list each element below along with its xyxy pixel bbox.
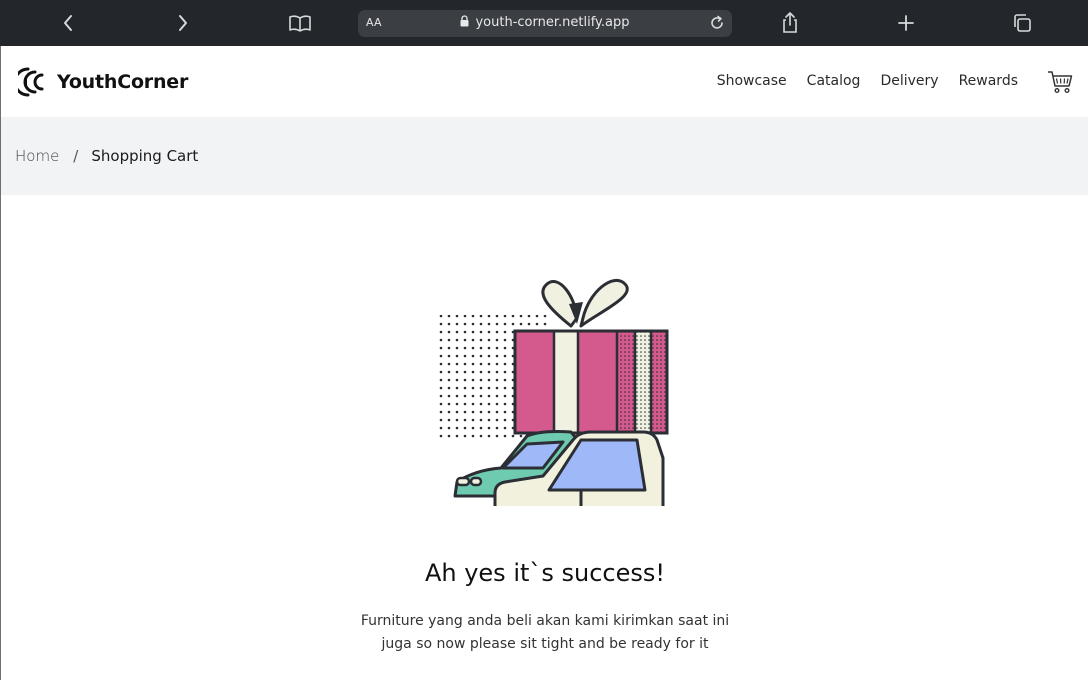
- success-title: Ah yes it`s success!: [424, 559, 666, 587]
- success-illustration: [431, 234, 681, 541]
- web-page: YouthCorner Showcase Catalog Delivery Re…: [0, 46, 1088, 680]
- main-nav: Showcase Catalog Delivery Rewards: [717, 73, 1018, 89]
- success-description-line-1: Furniture yang anda beli akan kami kirim…: [360, 613, 730, 629]
- breadcrumb-current: Shopping Cart: [91, 147, 199, 165]
- cart-icon: [1048, 71, 1073, 94]
- tabs-icon: [1014, 14, 1031, 32]
- forward-button[interactable]: [169, 9, 197, 37]
- browser-toolbar: AA youth-corner.netlify.app: [0, 0, 1088, 46]
- brand-link[interactable]: YouthCorner: [18, 66, 188, 98]
- brand-name: YouthCorner: [57, 71, 189, 93]
- gift-car-illustration: [437, 278, 669, 541]
- cart-button[interactable]: [1047, 70, 1073, 98]
- reload-icon: [711, 15, 723, 29]
- breadcrumb-bar: Home / Shopping Cart: [1, 117, 1088, 195]
- youthcorner-logo-icon: [18, 67, 44, 97]
- address-bar[interactable]: AA youth-corner.netlify.app: [358, 10, 732, 37]
- nav-delivery[interactable]: Delivery: [880, 73, 938, 89]
- share-icon: [783, 12, 797, 33]
- nav-rewards[interactable]: Rewards: [959, 73, 1018, 89]
- lock-icon: [460, 15, 469, 27]
- url-text: youth-corner.netlify.app: [475, 15, 630, 30]
- breadcrumb: Home / Shopping Cart: [15, 147, 198, 165]
- reader-button[interactable]: [286, 9, 314, 37]
- tabs-button[interactable]: [1008, 9, 1036, 37]
- share-button[interactable]: [776, 9, 804, 37]
- success-description: Furniture yang anda beli akan kami kirim…: [345, 610, 745, 656]
- chevron-right-icon: [179, 15, 187, 31]
- breadcrumb-separator: /: [73, 147, 79, 165]
- nav-showcase[interactable]: Showcase: [717, 73, 787, 89]
- site-header: YouthCorner Showcase Catalog Delivery Re…: [1, 46, 1088, 117]
- breadcrumb-home[interactable]: Home: [15, 147, 59, 165]
- success-description-line-2: juga so now please sit tight and be read…: [381, 636, 709, 652]
- reload-button[interactable]: [708, 14, 726, 36]
- new-tab-button[interactable]: [892, 9, 920, 37]
- nav-catalog[interactable]: Catalog: [807, 73, 861, 89]
- chevron-left-icon: [64, 15, 72, 31]
- book-icon: [289, 15, 311, 32]
- back-button[interactable]: [54, 9, 82, 37]
- plus-icon: [898, 15, 914, 31]
